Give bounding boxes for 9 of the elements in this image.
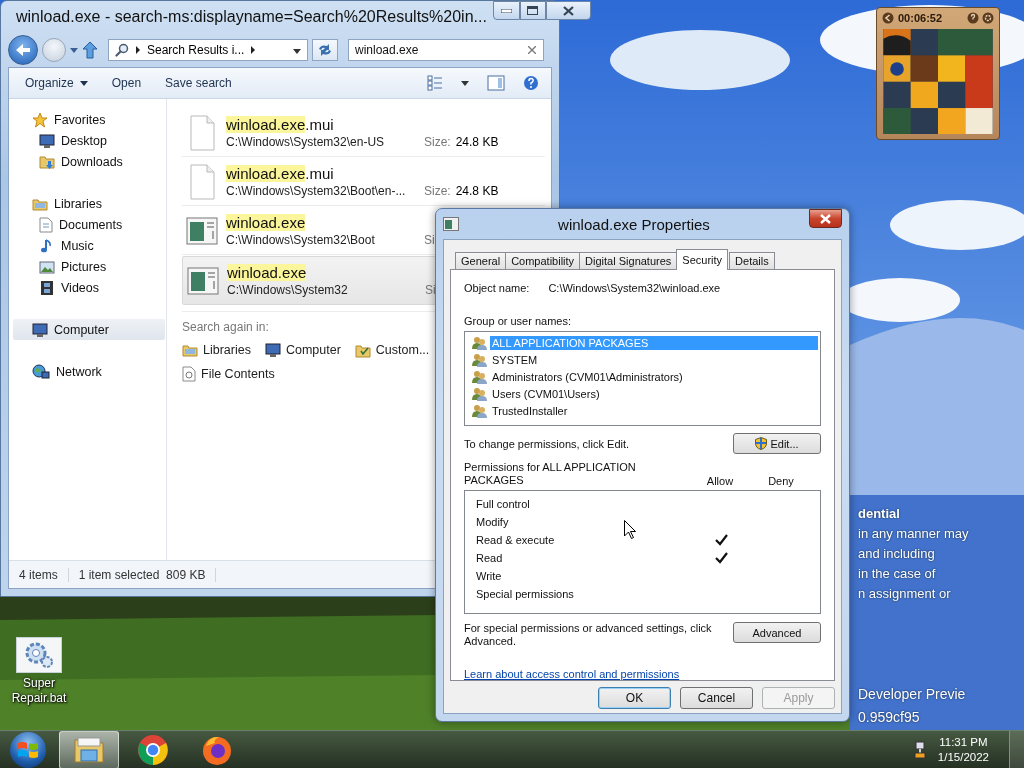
show-desktop-button[interactable] <box>1009 730 1024 768</box>
windows-logo-icon <box>17 739 39 760</box>
network-cable-icon[interactable] <box>911 740 928 759</box>
folder-icon[interactable] <box>73 735 105 764</box>
start-button[interactable] <box>10 731 46 768</box>
clock-date: 1/15/2022 <box>937 749 989 765</box>
clock-time: 11:31 PM <box>939 734 988 750</box>
ring-logo-icon[interactable] <box>137 733 169 766</box>
clock[interactable]: 11:31 PM 1/15/2022 <box>937 734 989 765</box>
